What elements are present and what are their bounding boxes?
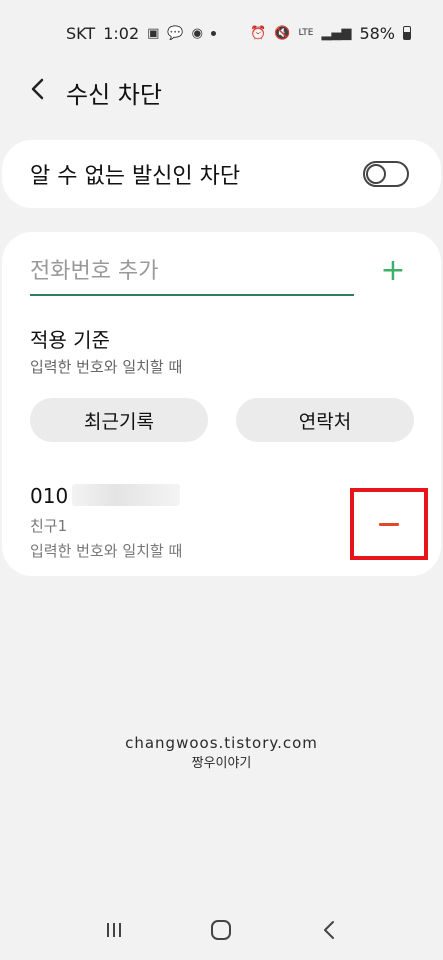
battery-icon [403,26,411,40]
location-icon: ◉ [191,25,203,41]
home-button[interactable] [201,910,241,950]
recent-logs-button[interactable]: 최근기록 [30,398,208,442]
toggle-knob [366,164,386,184]
signal-icon: ▂▄▆ [321,25,352,41]
recent-apps-icon [106,923,121,937]
phone-number-input[interactable] [30,252,354,296]
alarm-icon: ⏰ [250,25,267,41]
blocked-contact-name: 친구1 [30,517,68,535]
unknown-caller-label: 알 수 없는 발신인 차단 [30,164,241,189]
contacts-button[interactable]: 연락처 [236,398,414,442]
blocked-number: 010 [30,484,69,508]
home-icon [211,920,232,940]
criteria-value[interactable]: 입력한 번호와 일치할 때 [30,356,182,377]
criteria-title[interactable]: 적용 기준 [30,324,110,353]
status-left: SKT 1:02 ▣ 💬 ◉ [66,24,216,43]
system-back-button[interactable] [309,910,349,950]
watermark-blog-name: 짱우이야기 [191,756,252,771]
chevron-left-icon [31,78,44,100]
page-title: 수신 차단 [66,80,162,109]
unknown-caller-block-row[interactable]: 알 수 없는 발신인 차단 [2,140,441,208]
back-arrow-icon [324,921,335,939]
back-button[interactable] [0,77,60,107]
network-type: LTE [298,28,314,38]
minus-icon [379,522,399,526]
top-bar: 수신 차단 [0,66,443,118]
image-icon: ▣ [147,25,160,41]
chat-icon: 💬 [167,25,184,41]
add-number-button[interactable]: + [378,256,408,286]
recent-apps-button[interactable] [94,910,134,950]
battery-percent: 58% [359,23,395,43]
navigation-bar [0,900,443,960]
status-right: ⏰ 🔇 LTE ▂▄▆ 58% [250,24,411,43]
watermark-url: changwoos.tistory.com [125,734,318,752]
blocked-rule: 입력한 번호와 일치할 때 [30,542,183,560]
clock: 1:02 [103,23,140,43]
remove-number-button[interactable] [350,488,428,560]
carrier-label: SKT [66,23,96,43]
status-bar: SKT 1:02 ▣ 💬 ◉ ⏰ 🔇 LTE ▂▄▆ 58% [0,0,443,66]
redacted-number-blur [72,484,180,506]
plus-icon: + [380,253,406,288]
more-notifications-icon [210,30,216,36]
unknown-caller-toggle[interactable] [363,161,409,187]
mute-icon: 🔇 [274,25,291,41]
